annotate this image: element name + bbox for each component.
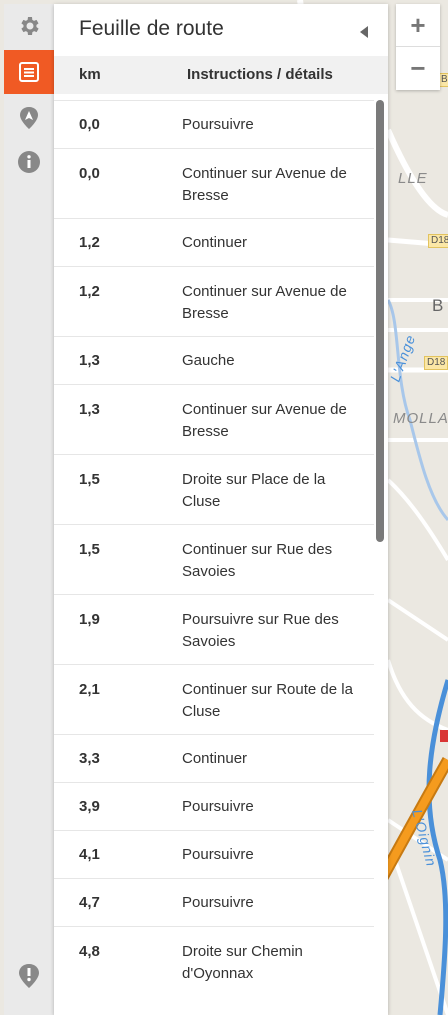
roadbook-row[interactable]: 1,2 Continuer sur Avenue de Bresse bbox=[54, 266, 374, 336]
info-button[interactable] bbox=[4, 140, 54, 184]
row-instruction: Continuer sur Avenue de Bresse bbox=[182, 165, 347, 204]
row-km: 4,7 bbox=[79, 894, 100, 911]
roadbook-panel: Feuille de route km Instructions / détai… bbox=[54, 4, 388, 1015]
roadbook-row[interactable]: 3,3 Continuer bbox=[54, 734, 374, 782]
scrollbar[interactable] bbox=[376, 100, 384, 542]
row-km: 1,5 bbox=[79, 541, 100, 558]
settings-button[interactable] bbox=[4, 4, 54, 48]
row-km: 3,3 bbox=[79, 750, 100, 767]
roadbook-button[interactable] bbox=[4, 50, 54, 94]
row-instruction: Poursuivre bbox=[182, 116, 254, 133]
column-header: km Instructions / détails bbox=[54, 56, 388, 94]
row-km: 4,1 bbox=[79, 846, 100, 863]
zoom-out-button[interactable]: − bbox=[396, 47, 440, 90]
row-instruction: Poursuivre bbox=[182, 894, 254, 911]
zoom-in-button[interactable]: + bbox=[396, 4, 440, 47]
roadbook-row[interactable]: 4,7 Poursuivre bbox=[54, 878, 374, 926]
roadbook-row[interactable]: 1,5 Droite sur Place de la Cluse bbox=[54, 454, 374, 524]
roadbook-row[interactable]: 1,9 Poursuivre sur Rue des Savoies bbox=[54, 594, 374, 664]
roadbook-list: 0,0 Poursuivre 0,0 Continuer sur Avenue de … bbox=[54, 100, 374, 996]
map-label-place: MOLLA bbox=[393, 410, 448, 427]
panel-header: Feuille de route bbox=[54, 4, 388, 56]
gear-icon bbox=[21, 17, 39, 35]
report-button[interactable] bbox=[4, 954, 54, 998]
collapse-panel-button[interactable] bbox=[360, 26, 368, 38]
zoom-control: + − bbox=[396, 4, 440, 90]
row-instruction: Poursuivre bbox=[182, 798, 254, 815]
alert-icon bbox=[19, 964, 39, 988]
roadbook-row[interactable]: 1,3 Continuer sur Avenue de Bresse bbox=[54, 384, 374, 454]
row-instruction: Poursuivre bbox=[182, 846, 254, 863]
row-instruction: Continuer sur Avenue de Bresse bbox=[182, 283, 347, 322]
row-instruction: Droite sur Chemin d'Oyonnax bbox=[182, 943, 303, 982]
info-icon bbox=[18, 151, 40, 173]
row-km: 1,3 bbox=[79, 401, 100, 418]
sidebar bbox=[4, 4, 54, 1015]
row-km: 1,9 bbox=[79, 611, 100, 628]
row-km: 0,0 bbox=[79, 116, 100, 133]
row-km: 1,2 bbox=[79, 283, 100, 300]
roadbook-row[interactable]: 0,0 Continuer sur Avenue de Bresse bbox=[54, 148, 374, 218]
roadbook-icon bbox=[19, 62, 39, 82]
roadbook-row[interactable]: 1,3 Gauche bbox=[54, 336, 374, 384]
column-header-instructions: Instructions / détails bbox=[187, 66, 333, 83]
panel-title: Feuille de route bbox=[79, 17, 224, 40]
map-label-place: B bbox=[432, 296, 445, 315]
row-instruction: Continuer sur Route de la Cluse bbox=[182, 681, 353, 720]
road-badge: D18 bbox=[428, 234, 448, 248]
row-instruction: Continuer bbox=[182, 234, 248, 251]
roadbook-row[interactable]: 1,2 Continuer bbox=[54, 218, 374, 266]
roadbook-row[interactable]: 3,9 Poursuivre bbox=[54, 782, 374, 830]
row-instruction: Continuer sur Avenue de Bresse bbox=[182, 401, 347, 440]
navigation-icon bbox=[20, 107, 38, 129]
row-instruction: Continuer sur Rue des Savoies bbox=[182, 541, 333, 580]
roadbook-row[interactable]: 0,0 Poursuivre bbox=[54, 100, 374, 148]
roadbook-row[interactable]: 4,8 Droite sur Chemin d'Oyonnax bbox=[54, 926, 374, 996]
roadbook-row[interactable]: 1,5 Continuer sur Rue des Savoies bbox=[54, 524, 374, 594]
row-km: 0,0 bbox=[79, 165, 100, 182]
row-instruction: Continuer bbox=[182, 750, 248, 767]
navigation-button[interactable] bbox=[4, 96, 54, 140]
column-header-km: km bbox=[79, 66, 101, 83]
row-instruction: Droite sur Place de la Cluse bbox=[182, 471, 326, 510]
roadbook-row[interactable]: 2,1 Continuer sur Route de la Cluse bbox=[54, 664, 374, 734]
row-km: 2,1 bbox=[79, 681, 100, 698]
row-km: 1,2 bbox=[79, 234, 100, 251]
roadbook-row[interactable]: 4,1 Poursuivre bbox=[54, 830, 374, 878]
row-km: 1,5 bbox=[79, 471, 100, 488]
row-km: 4,8 bbox=[79, 943, 100, 960]
row-instruction: Gauche bbox=[182, 352, 235, 369]
road-badge: D18 bbox=[424, 356, 448, 370]
row-km: 1,3 bbox=[79, 352, 100, 369]
row-instruction: Poursuivre sur Rue des Savoies bbox=[182, 611, 339, 650]
map-label-place: LLE bbox=[398, 170, 428, 187]
row-km: 3,9 bbox=[79, 798, 100, 815]
